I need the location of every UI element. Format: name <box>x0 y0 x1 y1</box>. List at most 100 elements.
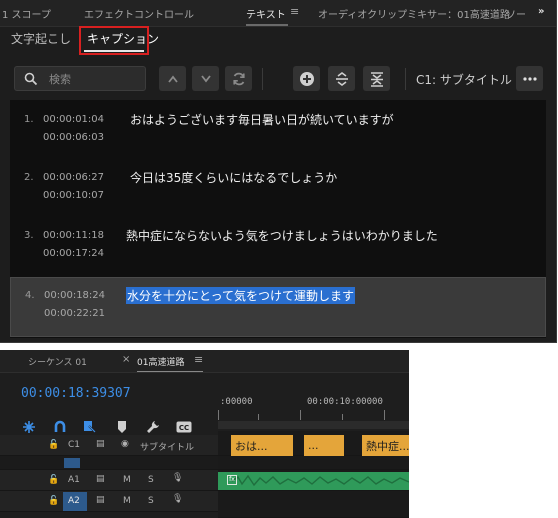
track-label[interactable]: C1: サブタイトル <box>416 71 512 88</box>
svg-text:CC: CC <box>179 424 189 432</box>
caption-clip[interactable]: ... <box>304 435 344 456</box>
snap-icon[interactable] <box>22 420 36 434</box>
wrench-icon[interactable] <box>146 420 160 434</box>
caption-in-time[interactable]: 00:00:06:27 <box>43 172 104 183</box>
caption-clip[interactable]: 熱中症... <box>362 435 409 456</box>
microphone-icon[interactable]: 🎙 <box>172 494 183 504</box>
tab-text[interactable]: テキスト <box>246 6 286 21</box>
microphone-icon[interactable]: 🎙 <box>172 473 183 483</box>
add-caption-button[interactable] <box>293 66 320 91</box>
caption-out-time[interactable]: 00:00:10:07 <box>43 190 104 201</box>
audio-clip[interactable]: fx <box>218 472 409 490</box>
replace-button[interactable] <box>225 66 252 91</box>
mute-button[interactable]: M <box>123 496 131 506</box>
eye-icon[interactable]: ◉ <box>121 439 129 449</box>
sync-lock-icon[interactable]: ▤ <box>96 474 105 484</box>
ruler-tick <box>342 414 343 420</box>
caption-row[interactable]: 3. 00:00:11:18 00:00:17:24 熱中症にならないよう気をつ… <box>10 220 546 278</box>
lock-icon[interactable]: 🔓 <box>48 475 59 485</box>
close-icon[interactable]: × <box>122 354 130 365</box>
add-circle-icon <box>299 71 314 86</box>
ruler-label: 00:00:10:00000 <box>307 397 383 407</box>
sync-lock-icon[interactable]: ▤ <box>96 495 105 505</box>
tab-scope[interactable]: 1 スコープ <box>2 6 51 21</box>
source-patch[interactable] <box>64 458 80 468</box>
next-button[interactable] <box>192 66 219 91</box>
caption-row-selected[interactable]: 4. 00:00:18:24 00:00:22:21 水分を十分にとって気をつけ… <box>10 277 546 337</box>
overflow-icon[interactable]: » <box>538 6 544 17</box>
track-spacer <box>0 456 218 470</box>
subtab-transcript[interactable]: 文字起こし <box>11 30 71 47</box>
caption-out-time[interactable]: 00:00:22:21 <box>44 308 105 319</box>
highlight-box <box>79 26 149 55</box>
caption-out-time[interactable]: 00:00:06:03 <box>43 132 104 143</box>
playhead-timecode[interactable]: 00:00:18:39307 <box>21 386 131 401</box>
refresh-icon <box>232 72 245 85</box>
magnet-icon[interactable] <box>53 420 67 434</box>
tab-source[interactable]: ソー <box>506 6 526 21</box>
fx-badge[interactable]: fx <box>227 475 237 485</box>
previous-button[interactable] <box>159 66 186 91</box>
audio-track-a2-area[interactable] <box>218 491 409 518</box>
track-spacer-area <box>218 456 409 470</box>
tab-effect-controls[interactable]: エフェクトコントロール <box>84 6 194 21</box>
ruler-tick <box>384 410 385 420</box>
caption-number: 4. <box>25 290 35 301</box>
caption-in-time[interactable]: 00:00:18:24 <box>44 290 105 301</box>
caption-text[interactable]: 熱中症にならないよう気をつけましょうはいわかりました <box>126 227 438 244</box>
marker-icon[interactable] <box>115 420 129 434</box>
chevron-down-icon <box>200 74 211 82</box>
track-header-c1: 🔓 C1 ▤ ◉ サブタイトル <box>0 435 218 456</box>
ruler-tick <box>218 410 219 420</box>
tab-highway[interactable]: 01高速道路 <box>137 355 184 368</box>
more-options-button[interactable] <box>516 66 543 91</box>
caption-in-time[interactable]: 00:00:11:18 <box>43 230 104 241</box>
toolbar-divider <box>262 68 263 90</box>
captions-cc-icon[interactable]: CC <box>176 420 192 434</box>
lock-icon[interactable]: 🔓 <box>48 440 59 450</box>
search-field[interactable] <box>14 66 146 91</box>
time-ruler[interactable]: :00000 00:00:10:00000 <box>218 380 409 420</box>
split-icon <box>370 71 383 87</box>
ruler-tick <box>258 414 259 420</box>
track-header-a1: 🔓 A1 ▤ M S 🎙 <box>0 470 218 491</box>
caption-row[interactable]: 2. 00:00:06:27 00:00:10:07 今日は35度くらいにはなる… <box>10 161 546 219</box>
caption-text-selected[interactable]: 水分を十分にとって気をつけて運動します <box>126 287 356 304</box>
text-panel: 1 スコープ エフェクトコントロール テキスト ≡ オーディオクリップミキサー：… <box>0 0 557 343</box>
tab-menu-icon[interactable]: ≡ <box>290 5 299 18</box>
track-name: A2 <box>68 496 80 506</box>
track-header-a2: 🔓 A2 ▤ M S 🎙 <box>0 491 218 512</box>
ruler-label: :00000 <box>220 397 253 407</box>
caption-text[interactable]: 今日は35度くらいにはなるでしょうか <box>130 169 337 186</box>
mute-button[interactable]: M <box>123 475 131 485</box>
sync-lock-icon[interactable]: ▤ <box>96 439 105 449</box>
caption-clip[interactable]: おは... <box>231 435 293 456</box>
chevron-up-icon <box>167 75 178 83</box>
caption-number: 3. <box>24 230 34 241</box>
ellipsis-icon <box>522 76 537 81</box>
search-input[interactable] <box>47 70 143 89</box>
caption-out-time[interactable]: 00:00:17:24 <box>43 248 104 259</box>
tab-sequence[interactable]: シーケンス 01 <box>28 355 87 368</box>
track-name: A1 <box>68 475 80 485</box>
caption-number: 2. <box>24 172 34 183</box>
panel-tab-bar: 1 スコープ エフェクトコントロール テキスト ≡ オーディオクリップミキサー：… <box>0 0 556 27</box>
merge-button[interactable] <box>328 66 355 91</box>
active-tab-indicator <box>246 24 288 26</box>
search-icon <box>24 72 38 86</box>
tab-menu-icon[interactable]: ≡ <box>194 353 203 366</box>
ruler-tick <box>300 410 301 420</box>
waveform-graphic <box>231 474 409 487</box>
work-area-bar[interactable] <box>218 421 409 429</box>
linked-selection-icon[interactable] <box>83 420 97 434</box>
tab-audio-clip-mixer[interactable]: オーディオクリップミキサー：01高速道路 <box>318 6 510 21</box>
solo-button[interactable]: S <box>148 496 154 506</box>
lock-icon[interactable]: 🔓 <box>48 496 59 506</box>
active-tab-indicator <box>137 371 203 372</box>
caption-text[interactable]: おはようございます毎日暑い日が続いていますが <box>130 111 394 128</box>
caption-row[interactable]: 1. 00:00:01:04 00:00:06:03 おはようございます毎日暑い… <box>10 102 546 160</box>
caption-in-time[interactable]: 00:00:01:04 <box>43 114 104 125</box>
merge-icon <box>335 71 348 86</box>
split-button[interactable] <box>363 66 390 91</box>
solo-button[interactable]: S <box>148 475 154 485</box>
